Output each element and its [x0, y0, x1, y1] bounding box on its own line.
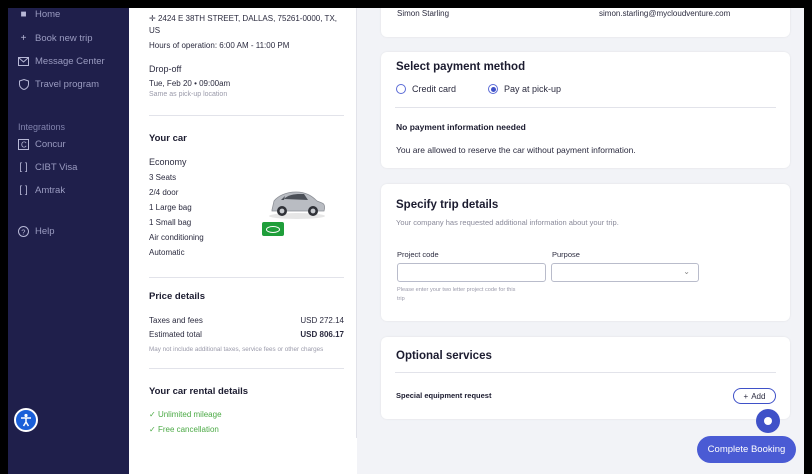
project-code-input[interactable]	[397, 263, 546, 282]
sidebar-item-help[interactable]: ? Help	[18, 223, 55, 239]
sidebar-item-home[interactable]: ■ Home	[18, 8, 60, 22]
accessibility-button[interactable]	[14, 408, 38, 432]
shield-icon	[18, 78, 29, 90]
add-special-equipment-button[interactable]: + Add	[733, 388, 776, 404]
home-icon: ■	[20, 8, 27, 20]
purpose-select[interactable]: ⌄	[551, 263, 699, 282]
location-pin-icon: ✛	[149, 14, 156, 23]
car-feature: 2/4 door	[149, 188, 179, 197]
project-code-label: Project code	[397, 250, 439, 259]
dropoff-location: Same as pick-up location	[149, 91, 228, 98]
accessibility-icon	[21, 413, 31, 427]
sidebar: ■ Home + Book new trip Message Center Tr…	[8, 8, 129, 474]
radio-icon	[396, 84, 406, 94]
pickup-address-line2: US	[149, 26, 161, 35]
bracket-icon: [ ]	[19, 161, 28, 173]
price-details-heading: Price details	[149, 291, 205, 302]
payment-method-card: Select payment method Credit card Pay at…	[381, 52, 790, 168]
price-note: May not include additional taxes, servic…	[149, 346, 324, 353]
car-feature: 1 Large bag	[149, 203, 192, 212]
sidebar-item-label: Concur	[35, 138, 66, 150]
your-car-heading: Your car	[149, 133, 187, 144]
rental-details-heading: Your car rental details	[149, 386, 249, 397]
chat-button[interactable]	[756, 409, 780, 433]
integrations-heading: Integrations	[18, 122, 66, 132]
sidebar-item-label: Travel program	[35, 78, 100, 90]
check-icon: ✓	[149, 425, 156, 434]
bracket-icon: [ ]	[19, 184, 28, 196]
sidebar-item-travel-program[interactable]: Travel program	[18, 76, 99, 92]
payment-info-text: You are allowed to reserve the car witho…	[396, 145, 636, 155]
payment-info-title: No payment information needed	[396, 122, 526, 132]
app-window: ■ Home + Book new trip Message Center Tr…	[8, 8, 804, 474]
concur-icon: C	[18, 138, 29, 150]
traveler-card: Simon Starling simon.starling@mycloudven…	[381, 8, 790, 37]
svg-text:C: C	[21, 140, 27, 149]
sidebar-item-concur[interactable]: C Concur	[18, 136, 66, 152]
sidebar-item-label: Home	[35, 8, 61, 20]
car-class: Economy	[149, 157, 187, 167]
sidebar-item-label: Help	[35, 225, 55, 237]
car-feature: Automatic	[149, 248, 185, 257]
sidebar-item-label: Book new trip	[35, 32, 93, 44]
total-row: Estimated total USD 806.17	[149, 330, 344, 339]
complete-booking-button[interactable]: Complete Booking	[697, 436, 796, 463]
project-code-hint: trip	[397, 296, 405, 302]
rental-perk: ✓ Free cancellation	[149, 425, 219, 434]
radio-selected-icon	[488, 84, 498, 94]
optional-services-card: Optional services Special equipment requ…	[381, 337, 790, 419]
help-icon: ?	[18, 225, 29, 237]
sidebar-item-label: Amtrak	[35, 184, 66, 196]
mail-icon	[18, 56, 29, 67]
hours-of-operation: Hours of operation: 6:00 AM - 11:00 PM	[149, 41, 290, 50]
sidebar-item-label: CIBT Visa	[35, 161, 78, 173]
radio-pay-at-pickup[interactable]: Pay at pick-up	[488, 84, 561, 94]
dropoff-heading: Drop-off	[149, 64, 182, 74]
car-feature: 3 Seats	[149, 173, 177, 182]
booking-summary: ✛ 2424 E 38TH STREET, DALLAS, 75261-0000…	[129, 8, 357, 474]
trip-details-card: Specify trip details Your company has re…	[381, 184, 790, 321]
optional-services-title: Optional services	[396, 350, 492, 362]
sidebar-item-message-center[interactable]: Message Center	[18, 53, 105, 69]
rental-brand-logo	[262, 222, 284, 236]
car-feature: Air conditioning	[149, 233, 204, 242]
plus-icon: +	[20, 32, 27, 44]
sidebar-item-label: Message Center	[35, 55, 105, 67]
trip-details-subtitle: Your company has requested additional in…	[396, 218, 619, 227]
svg-text:?: ?	[21, 227, 25, 236]
payment-method-title: Select payment method	[396, 61, 526, 73]
sidebar-item-amtrak[interactable]: [ ] Amtrak	[18, 182, 65, 198]
dropoff-datetime: Tue, Feb 20 • 09:00am	[149, 79, 231, 88]
sidebar-item-cibt-visa[interactable]: [ ] CIBT Visa	[18, 159, 77, 175]
car-feature: 1 Small bag	[149, 218, 192, 227]
check-icon: ✓	[149, 410, 156, 419]
taxes-row: Taxes and fees USD 272.14	[149, 316, 344, 325]
rental-perk: ✓ Unlimited mileage	[149, 410, 222, 419]
special-equipment-label: Special equipment request	[396, 391, 492, 400]
sidebar-item-book-new-trip[interactable]: + Book new trip	[18, 30, 93, 46]
pickup-address: ✛ 2424 E 38TH STREET, DALLAS, 75261-0000…	[149, 14, 337, 23]
chevron-down-icon: ⌄	[683, 267, 690, 276]
traveler-email: simon.starling@mycloudventure.com	[599, 9, 731, 18]
trip-details-title: Specify trip details	[396, 199, 499, 211]
traveler-name: Simon Starling	[397, 9, 450, 18]
purpose-label: Purpose	[552, 250, 580, 259]
plus-icon: +	[743, 391, 749, 401]
radio-credit-card[interactable]: Credit card	[396, 84, 456, 94]
project-code-hint: Please enter your two letter project cod…	[397, 287, 516, 293]
car-image	[262, 180, 332, 222]
